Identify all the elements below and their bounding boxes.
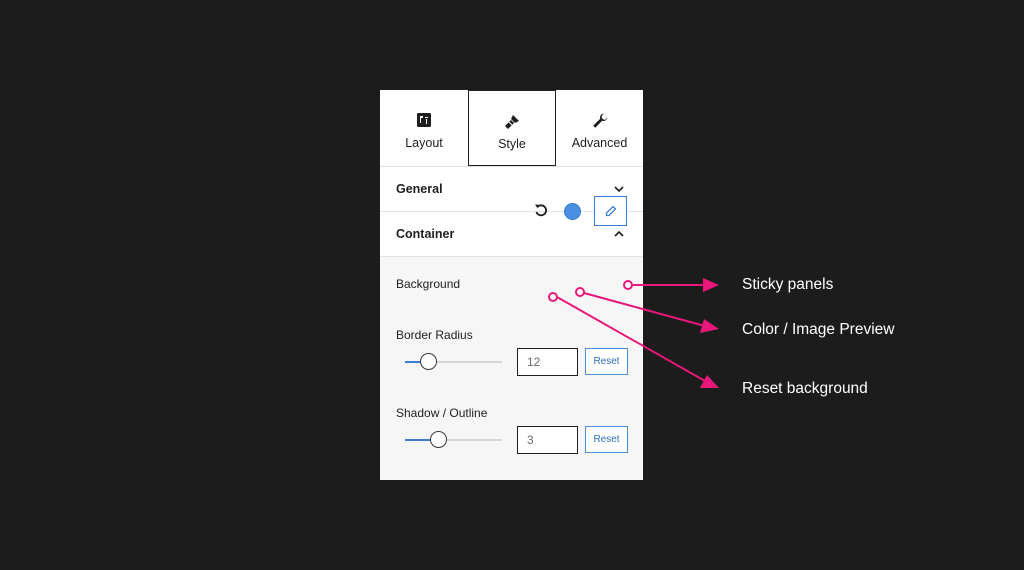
color-callout-line — [583, 292, 706, 327]
reset-callout-dot — [548, 292, 558, 302]
callout-sticky-panels: Sticky panels — [742, 276, 834, 293]
annotation-overlay — [548, 278, 719, 388]
color-callout-arrow — [700, 319, 719, 333]
color-callout-dot — [575, 287, 585, 297]
reset-callout-arrow — [700, 375, 719, 388]
reset-callout-line — [556, 296, 706, 382]
callout-reset-background: Reset background — [742, 380, 868, 397]
callout-color-preview: Color / Image Preview — [742, 321, 895, 338]
sticky-callout-arrow — [703, 278, 719, 292]
sticky-callout-dot — [623, 280, 633, 290]
